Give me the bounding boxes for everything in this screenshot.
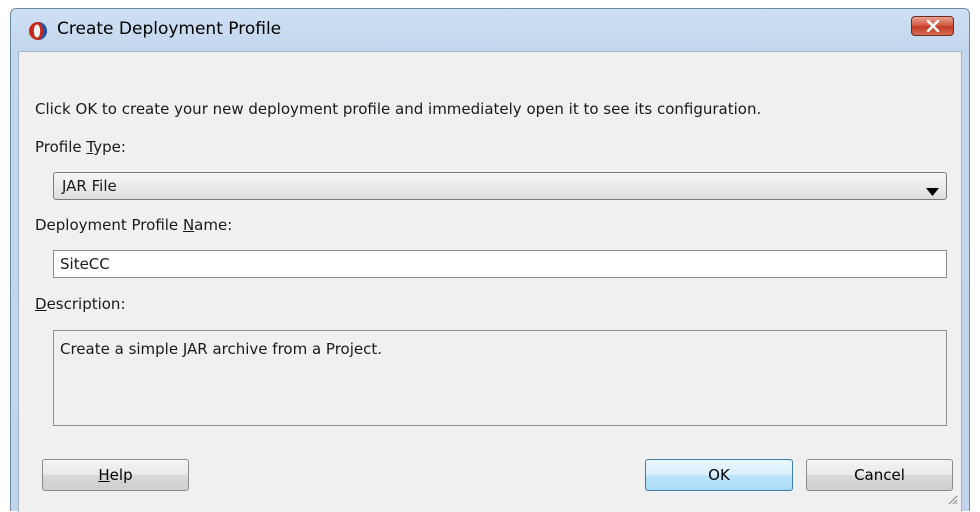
resize-grip-icon[interactable] xyxy=(946,491,958,509)
description-box: Create a simple JAR archive from a Proje… xyxy=(53,330,947,426)
dialog-window: Create Deployment Profile Click OK to cr… xyxy=(10,8,970,512)
dialog-body: Click OK to create your new deployment p… xyxy=(18,51,962,512)
app-icon xyxy=(28,21,48,41)
intro-text: Click OK to create your new deployment p… xyxy=(35,100,762,118)
description-text: Create a simple JAR archive from a Proje… xyxy=(60,340,383,358)
ok-button[interactable]: OK xyxy=(645,459,793,491)
help-button[interactable]: Help xyxy=(42,459,189,491)
title-bar[interactable]: Create Deployment Profile xyxy=(11,9,969,51)
description-label: Description: xyxy=(35,295,126,313)
chevron-down-icon xyxy=(926,182,939,200)
profile-name-label: Deployment Profile Name: xyxy=(35,216,233,234)
cancel-button[interactable]: Cancel xyxy=(806,459,953,491)
close-icon xyxy=(926,20,940,32)
profile-type-value: JAR File xyxy=(62,177,117,195)
profile-name-value: SiteCC xyxy=(60,255,110,273)
window-title: Create Deployment Profile xyxy=(57,19,282,39)
profile-name-input[interactable]: SiteCC xyxy=(53,250,947,278)
profile-type-select[interactable]: JAR File xyxy=(53,172,947,200)
close-button[interactable] xyxy=(911,16,954,36)
profile-type-label: Profile Type: xyxy=(35,138,126,156)
